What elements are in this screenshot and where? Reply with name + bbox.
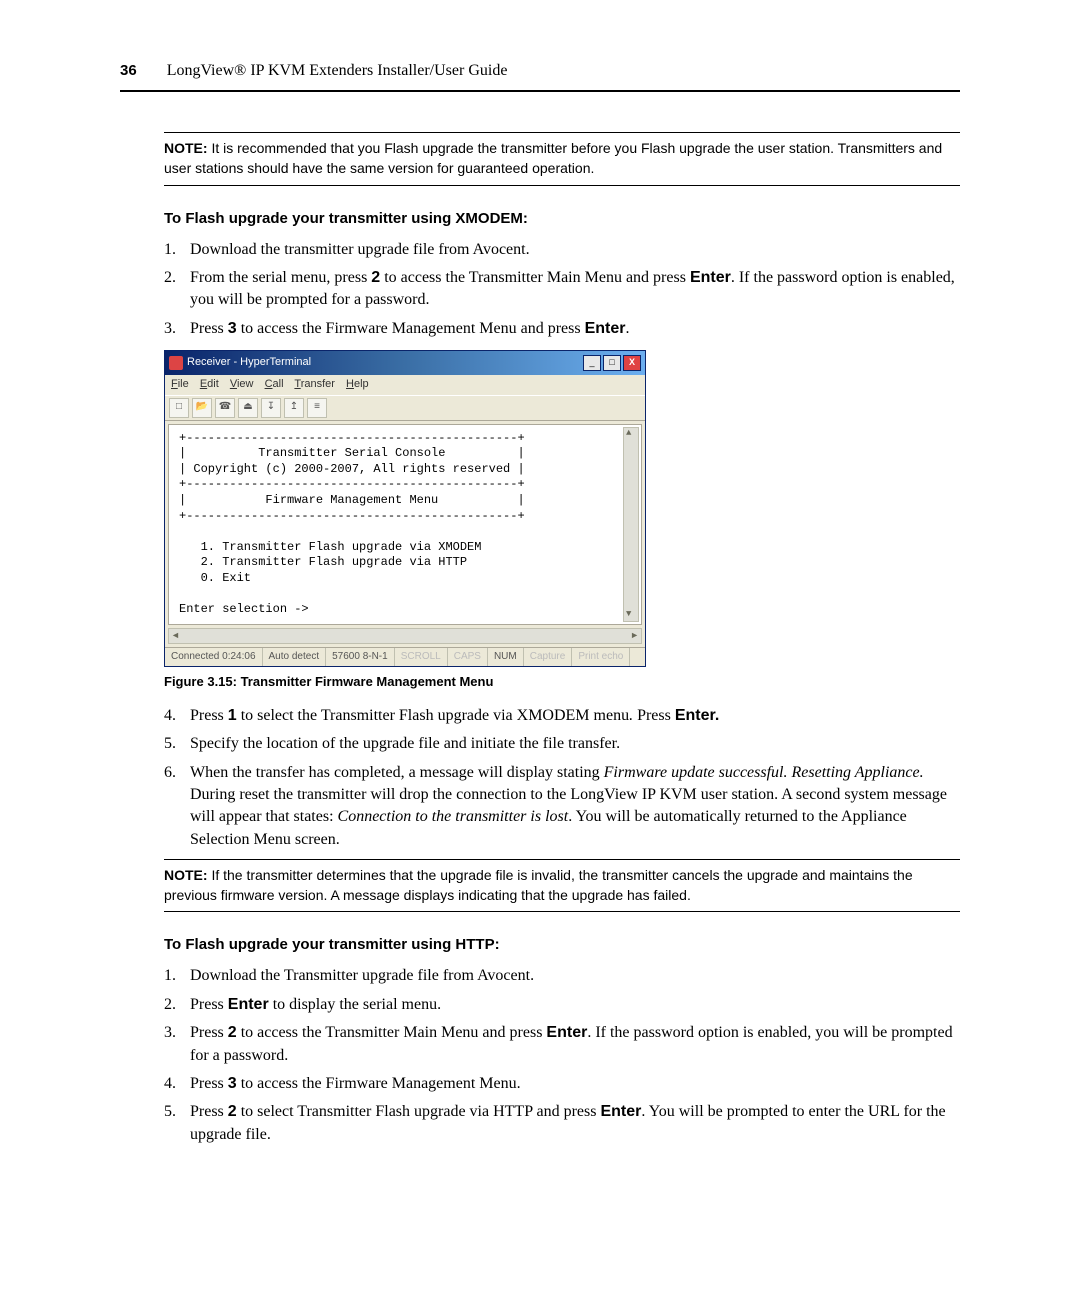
step-text: Press 3 to access the Firmware Managemen… [190, 318, 960, 340]
toolbar-send-icon[interactable]: ↧ [261, 398, 281, 418]
toolbar-call-icon[interactable]: ☎ [215, 398, 235, 418]
minimize-button[interactable]: _ [583, 355, 601, 371]
page-number: 36 [120, 60, 137, 81]
list-item: 5. Specify the location of the upgrade f… [164, 733, 960, 755]
menu-file[interactable]: File [171, 378, 189, 390]
step-text: Download the Transmitter upgrade file fr… [190, 965, 960, 987]
step-text: Specify the location of the upgrade file… [190, 733, 960, 755]
toolbar-new-icon[interactable]: □ [169, 398, 189, 418]
list-item: 2. Press Enter to display the serial men… [164, 994, 960, 1016]
menu-help[interactable]: Help [346, 378, 369, 390]
menubar: File Edit View Call Transfer Help [165, 375, 645, 394]
note-label: NOTE: [164, 867, 208, 883]
status-scroll: SCROLL [395, 648, 448, 666]
window-title: Receiver - HyperTerminal [187, 355, 583, 370]
note-flash-order: NOTE: It is recommended that you Flash u… [164, 139, 960, 178]
figure-caption: Figure 3.15: Transmitter Firmware Manage… [164, 673, 960, 691]
menu-call[interactable]: Call [265, 378, 284, 390]
page-content: NOTE: It is recommended that you Flash u… [164, 132, 960, 1146]
heading-xmodem: To Flash upgrade your transmitter using … [164, 208, 960, 229]
toolbar-open-icon[interactable]: 📂 [192, 398, 212, 418]
http-steps-list: 1. Download the Transmitter upgrade file… [164, 965, 960, 1146]
status-print: Print echo [572, 648, 630, 666]
note-invalid-upgrade: NOTE: If the transmitter determines that… [164, 866, 960, 905]
step-text: Press 2 to access the Transmitter Main M… [190, 1022, 960, 1067]
note-text: If the transmitter determines that the u… [164, 867, 913, 903]
app-icon [169, 356, 183, 370]
list-item: 4. Press 3 to access the Firmware Manage… [164, 1073, 960, 1095]
list-item: 1. Download the Transmitter upgrade file… [164, 965, 960, 987]
hyperterminal-window: Receiver - HyperTerminal _ □ X File Edit… [164, 350, 646, 667]
status-detect: Auto detect [263, 648, 327, 666]
status-caps: CAPS [448, 648, 488, 666]
step-text: Download the transmitter upgrade file fr… [190, 239, 960, 261]
titlebar: Receiver - HyperTerminal _ □ X [165, 351, 645, 375]
terminal-text: +---------------------------------------… [179, 431, 525, 617]
list-item: 5. Press 2 to select Transmitter Flash u… [164, 1101, 960, 1146]
menu-transfer[interactable]: Transfer [294, 378, 335, 390]
running-header: LongView® IP KVM Extenders Installer/Use… [167, 60, 508, 82]
maximize-button[interactable]: □ [603, 355, 621, 371]
list-item: 3. Press 3 to access the Firmware Manage… [164, 318, 960, 340]
terminal-area[interactable]: +---------------------------------------… [168, 424, 642, 625]
status-num: NUM [488, 648, 524, 666]
list-item: 1. Download the transmitter upgrade file… [164, 239, 960, 261]
heading-http: To Flash upgrade your transmitter using … [164, 934, 960, 955]
step-text: From the serial menu, press 2 to access … [190, 267, 960, 312]
xmodem-steps-list-cont: 4. Press 1 to select the Transmitter Fla… [164, 705, 960, 851]
xmodem-steps-list: 1. Download the transmitter upgrade file… [164, 239, 960, 341]
list-item: 4. Press 1 to select the Transmitter Fla… [164, 705, 960, 727]
note-rule-top [164, 132, 960, 133]
list-item: 2. From the serial menu, press 2 to acce… [164, 267, 960, 312]
list-item: 6. When the transfer has completed, a me… [164, 762, 960, 852]
toolbar: □ 📂 ☎ ⏏ ↧ ↥ ≡ [165, 395, 645, 421]
step-text: Press 2 to select Transmitter Flash upgr… [190, 1101, 960, 1146]
vertical-scrollbar[interactable] [623, 427, 639, 622]
note-rule-bottom [164, 185, 960, 186]
toolbar-hangup-icon[interactable]: ⏏ [238, 398, 258, 418]
step-text: Press Enter to display the serial menu. [190, 994, 960, 1016]
step-text: Press 3 to access the Firmware Managemen… [190, 1073, 960, 1095]
header-rule [120, 90, 960, 92]
list-item: 3. Press 2 to access the Transmitter Mai… [164, 1022, 960, 1067]
horizontal-scrollbar[interactable]: ◄► [168, 628, 642, 644]
menu-edit[interactable]: Edit [200, 378, 219, 390]
status-bar: Connected 0:24:06 Auto detect 57600 8-N-… [165, 647, 645, 666]
step-text: When the transfer has completed, a messa… [190, 762, 960, 852]
status-capture: Capture [524, 648, 573, 666]
note2-rule-top [164, 859, 960, 860]
status-connected: Connected 0:24:06 [165, 648, 263, 666]
note-label: NOTE: [164, 140, 208, 156]
toolbar-receive-icon[interactable]: ↥ [284, 398, 304, 418]
toolbar-properties-icon[interactable]: ≡ [307, 398, 327, 418]
note-text: It is recommended that you Flash upgrade… [164, 140, 942, 176]
step-text: Press 1 to select the Transmitter Flash … [190, 705, 960, 727]
note2-rule-bottom [164, 911, 960, 912]
close-button[interactable]: X [623, 355, 641, 371]
menu-view[interactable]: View [230, 378, 254, 390]
status-baud: 57600 8-N-1 [326, 648, 395, 666]
